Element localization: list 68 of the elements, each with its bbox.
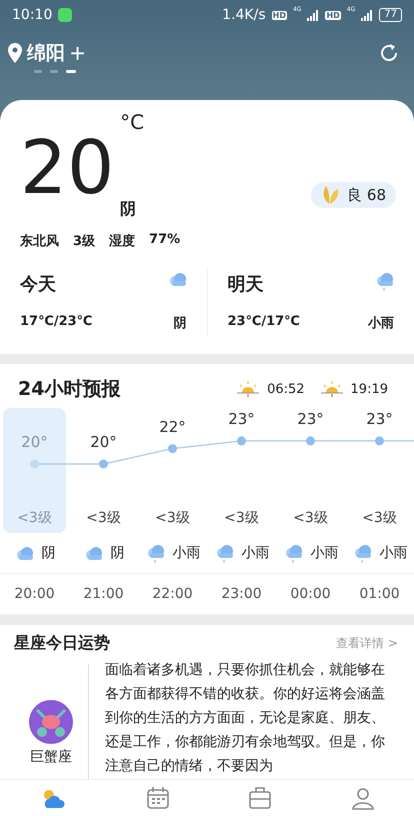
hour-time: 20:00 <box>13 585 56 604</box>
city-name: 绵阳 <box>27 41 65 66</box>
hour-time: 23:00 <box>220 585 263 604</box>
current-temperature: 20 <box>20 128 114 208</box>
data-point <box>306 436 315 446</box>
sunset-icon <box>320 381 343 397</box>
location-pin-icon <box>8 43 22 63</box>
wind-direction: 东北风 <box>20 232 59 250</box>
hd-badge: HD <box>272 10 287 20</box>
day-condition: 小雨 <box>368 315 394 332</box>
hourly-temperature: 23° <box>297 410 324 428</box>
section-title: 星座今日运势 <box>14 633 110 654</box>
hourly-temperature: 20° <box>21 433 48 451</box>
day-label: 今天 <box>20 273 57 296</box>
refresh-icon <box>378 42 400 64</box>
hourly-temperature: 23° <box>366 410 393 428</box>
zodiac-sign-name: 巨蟹座 <box>30 748 72 766</box>
clock-time: 10:10 <box>12 7 52 23</box>
temperature-range: 23℃/17℃ <box>228 314 301 331</box>
hourly-wind: <3级 <box>224 509 259 527</box>
signal-icon <box>307 10 320 20</box>
hour-time: 22:00 <box>151 585 194 604</box>
hourly-condition: 小雨 <box>172 544 200 562</box>
sunrise-time: 06:52 <box>267 382 305 396</box>
data-point <box>30 460 39 468</box>
hourly-condition: 小雨 <box>310 544 338 562</box>
hour-time: 01:00 <box>358 585 401 604</box>
data-point <box>99 460 108 468</box>
hourly-condition: 小雨 <box>380 544 408 562</box>
battery-level: 77 <box>379 8 402 22</box>
leaf-icon <box>321 185 340 205</box>
hourly-wind: <3级 <box>293 509 328 527</box>
add-city-button[interactable]: + <box>70 42 86 64</box>
humidity-label: 湿度 <box>109 232 136 250</box>
view-details-link[interactable]: 查看详情 > <box>336 635 398 652</box>
hourly-temperature: 23° <box>228 410 255 428</box>
app-icon <box>58 8 72 22</box>
sunrise-icon <box>237 381 260 397</box>
hourly-wind: <3级 <box>362 509 397 527</box>
horoscope-text: 面临着诸多机遇，只要你抓住机会，就能够在各方面都获得不错的收获。你的好运将会涵盖到你的生活的方方面面，无论是家庭、朋友、还是工作，你都能游刃有余地驾驭。但是，你注意自己的情绪，不要因为 <box>105 661 386 776</box>
data-point <box>168 444 177 454</box>
hourly-condition: 小雨 <box>242 544 270 562</box>
crab-sign-icon <box>29 700 73 744</box>
sunset-time: 19:19 <box>350 382 388 396</box>
day-condition: 阴 <box>174 315 186 332</box>
temperature-range: 17℃/23℃ <box>20 314 94 331</box>
temperature-unit: °C <box>120 110 144 134</box>
wind-level: 3级 <box>73 233 96 250</box>
humidity-value: 77% <box>149 232 180 249</box>
hourly-wind: <3级 <box>17 509 52 527</box>
weather-condition: 阴 <box>120 199 138 220</box>
air-quality-text: 良 68 <box>347 186 386 204</box>
day-label: 明天 <box>228 273 264 296</box>
rain-cloud-icon <box>374 272 394 291</box>
hour-time: 00:00 <box>289 585 332 604</box>
signal-icon <box>361 10 374 20</box>
section-title: 24小时预报 <box>18 377 122 402</box>
hourly-condition: 阴 <box>42 544 56 562</box>
network-speed: 1.4K/s <box>222 7 266 23</box>
hd-badge: HD <box>325 10 341 20</box>
data-point <box>375 436 384 446</box>
hour-time: 21:00 <box>82 585 125 604</box>
data-point <box>237 436 246 446</box>
hourly-temperature: 22° <box>159 418 186 436</box>
hourly-wind: <3级 <box>155 509 190 527</box>
hourly-condition: 阴 <box>110 544 124 562</box>
hourly-temperature: 20° <box>90 433 117 451</box>
hourly-wind: <3级 <box>86 509 121 527</box>
